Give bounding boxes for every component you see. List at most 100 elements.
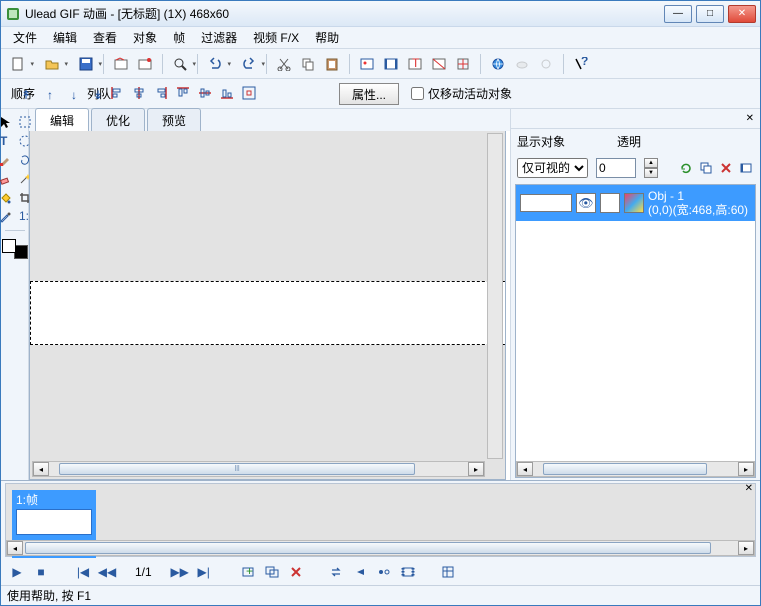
align-center-h-icon[interactable] — [130, 84, 148, 102]
zoom-button[interactable] — [169, 53, 191, 75]
fill-tool[interactable] — [0, 189, 14, 207]
minimize-button[interactable]: — — [664, 5, 692, 23]
obj-scroll-left[interactable]: ◂ — [517, 462, 533, 476]
duplicate-icon[interactable] — [698, 160, 714, 176]
object-list[interactable]: 👁 Obj - 1 (0,0)(宽:468,高:60) ◂ ▸ — [515, 184, 756, 478]
panel-close-icon[interactable]: ✕ — [746, 113, 754, 124]
bring-front-icon[interactable]: ↟ — [17, 86, 35, 104]
prev-frame-button[interactable]: ◀◀ — [99, 565, 115, 579]
eraser-tool[interactable] — [0, 170, 14, 188]
add-frame-icon[interactable]: + — [240, 565, 256, 579]
cut-button[interactable] — [273, 53, 295, 75]
delete-frame-icon[interactable] — [288, 565, 304, 579]
brush-tool[interactable] — [0, 151, 14, 169]
obj-scroll-thumb[interactable] — [543, 463, 707, 475]
obj-scroll-right[interactable]: ▸ — [738, 462, 754, 476]
menu-view[interactable]: 查看 — [85, 27, 125, 48]
menu-edit[interactable]: 编辑 — [45, 27, 85, 48]
frame-props-icon[interactable] — [440, 565, 456, 579]
insert-text-button[interactable]: T — [404, 53, 426, 75]
align-bottom-icon[interactable] — [218, 84, 236, 102]
loop-icon[interactable] — [328, 565, 344, 579]
cloud-button[interactable] — [511, 53, 533, 75]
background-color[interactable] — [14, 245, 28, 259]
stop-button[interactable]: ■ — [33, 565, 49, 579]
foreground-color[interactable] — [2, 239, 16, 253]
menu-filter[interactable]: 过滤器 — [193, 27, 245, 48]
duplicate-frame-icon[interactable] — [264, 565, 280, 579]
insert-video-button[interactable] — [380, 53, 402, 75]
tab-optimize[interactable]: 优化 — [91, 108, 145, 132]
pointer-tool[interactable] — [0, 113, 14, 131]
align-right-icon[interactable] — [152, 84, 170, 102]
transparency-input[interactable] — [596, 158, 636, 178]
maximize-button[interactable]: □ — [696, 5, 724, 23]
menu-object[interactable]: 对象 — [125, 27, 165, 48]
align-top-icon[interactable] — [174, 84, 192, 102]
play-button[interactable]: ▶ — [9, 565, 25, 579]
canvas-size-button[interactable] — [452, 53, 474, 75]
delete-icon[interactable] — [718, 160, 734, 176]
scroll-thumb[interactable]: Ⅲ — [59, 463, 415, 475]
menu-frame[interactable]: 帧 — [165, 27, 193, 48]
properties-button[interactable]: 属性... — [339, 83, 399, 105]
select-tool[interactable] — [16, 113, 34, 131]
tool-palette: T 1:1 — [1, 109, 29, 480]
scroll-left-arrow[interactable]: ◂ — [33, 462, 49, 476]
menu-file[interactable]: 文件 — [5, 27, 45, 48]
context-help-button[interactable]: ? — [570, 53, 592, 75]
color-swatch[interactable] — [2, 239, 28, 259]
insert-blank-button[interactable] — [428, 53, 450, 75]
browser-preview-button[interactable] — [487, 53, 509, 75]
insert-image-button[interactable] — [356, 53, 378, 75]
statusbar: 使用帮助, 按 F1 — [1, 585, 760, 605]
align-middle-icon[interactable] — [196, 84, 214, 102]
timeline-close-icon[interactable]: ✕ — [745, 483, 753, 494]
menu-help[interactable]: 帮助 — [307, 27, 347, 48]
frame-strip[interactable]: ✕ 1:帧 0.1 秒 ◂ ▸ — [5, 483, 756, 557]
tl-scroll-left[interactable]: ◂ — [7, 541, 23, 555]
next-frame-button[interactable]: ▶▶ — [172, 565, 188, 579]
tab-edit[interactable]: 编辑 — [35, 108, 89, 132]
text-tool[interactable]: T — [0, 132, 14, 150]
canvas-viewport[interactable]: ◂ Ⅲ ▸ — [29, 131, 506, 480]
close-button[interactable]: ✕ — [728, 5, 756, 23]
reverse-icon[interactable] — [352, 565, 368, 579]
tab-preview[interactable]: 预览 — [147, 108, 201, 132]
new-button[interactable] — [7, 53, 29, 75]
send-back-icon[interactable]: ↡ — [89, 86, 107, 104]
vertical-scrollbar[interactable] — [487, 133, 503, 459]
bring-forward-icon[interactable]: ↑ — [41, 86, 59, 104]
film-icon[interactable] — [400, 565, 416, 579]
first-frame-button[interactable]: |◀ — [75, 565, 91, 579]
tl-scroll-right[interactable]: ▸ — [738, 541, 754, 555]
paste-button[interactable] — [321, 53, 343, 75]
object-item[interactable]: 👁 Obj - 1 (0,0)(宽:468,高:60) — [516, 185, 755, 221]
tween-icon[interactable] — [376, 565, 392, 579]
show-objects-select[interactable]: 仅可视的 — [517, 158, 588, 178]
wizard2-button[interactable] — [134, 53, 156, 75]
horizontal-scrollbar[interactable]: ◂ Ⅲ ▸ — [32, 461, 485, 477]
frame-toggle-icon[interactable] — [738, 160, 754, 176]
scroll-right-arrow[interactable]: ▸ — [468, 462, 484, 476]
visibility-toggle-icon[interactable]: 👁 — [576, 193, 596, 213]
center-canvas-icon[interactable] — [240, 84, 258, 102]
move-active-only-checkbox[interactable]: 仅移动活动对象 — [411, 85, 512, 102]
align-left-icon[interactable] — [108, 84, 126, 102]
transparency-spinner[interactable]: ▲▼ — [644, 158, 658, 178]
undo-button[interactable] — [204, 53, 226, 75]
redo-button[interactable] — [238, 53, 260, 75]
copy-button[interactable] — [297, 53, 319, 75]
tl-scroll-thumb[interactable] — [25, 542, 711, 554]
lock-toggle[interactable] — [600, 193, 620, 213]
menu-videofx[interactable]: 视频 F/X — [245, 27, 307, 48]
save-button[interactable] — [75, 53, 97, 75]
eyedropper-tool[interactable] — [0, 208, 14, 226]
send-backward-icon[interactable]: ↓ — [65, 86, 83, 104]
refresh-icon[interactable] — [678, 160, 694, 176]
canvas[interactable] — [30, 281, 506, 345]
last-frame-button[interactable]: ▶| — [196, 565, 212, 579]
settings-button[interactable] — [535, 53, 557, 75]
open-button[interactable] — [41, 53, 63, 75]
wizard1-button[interactable] — [110, 53, 132, 75]
